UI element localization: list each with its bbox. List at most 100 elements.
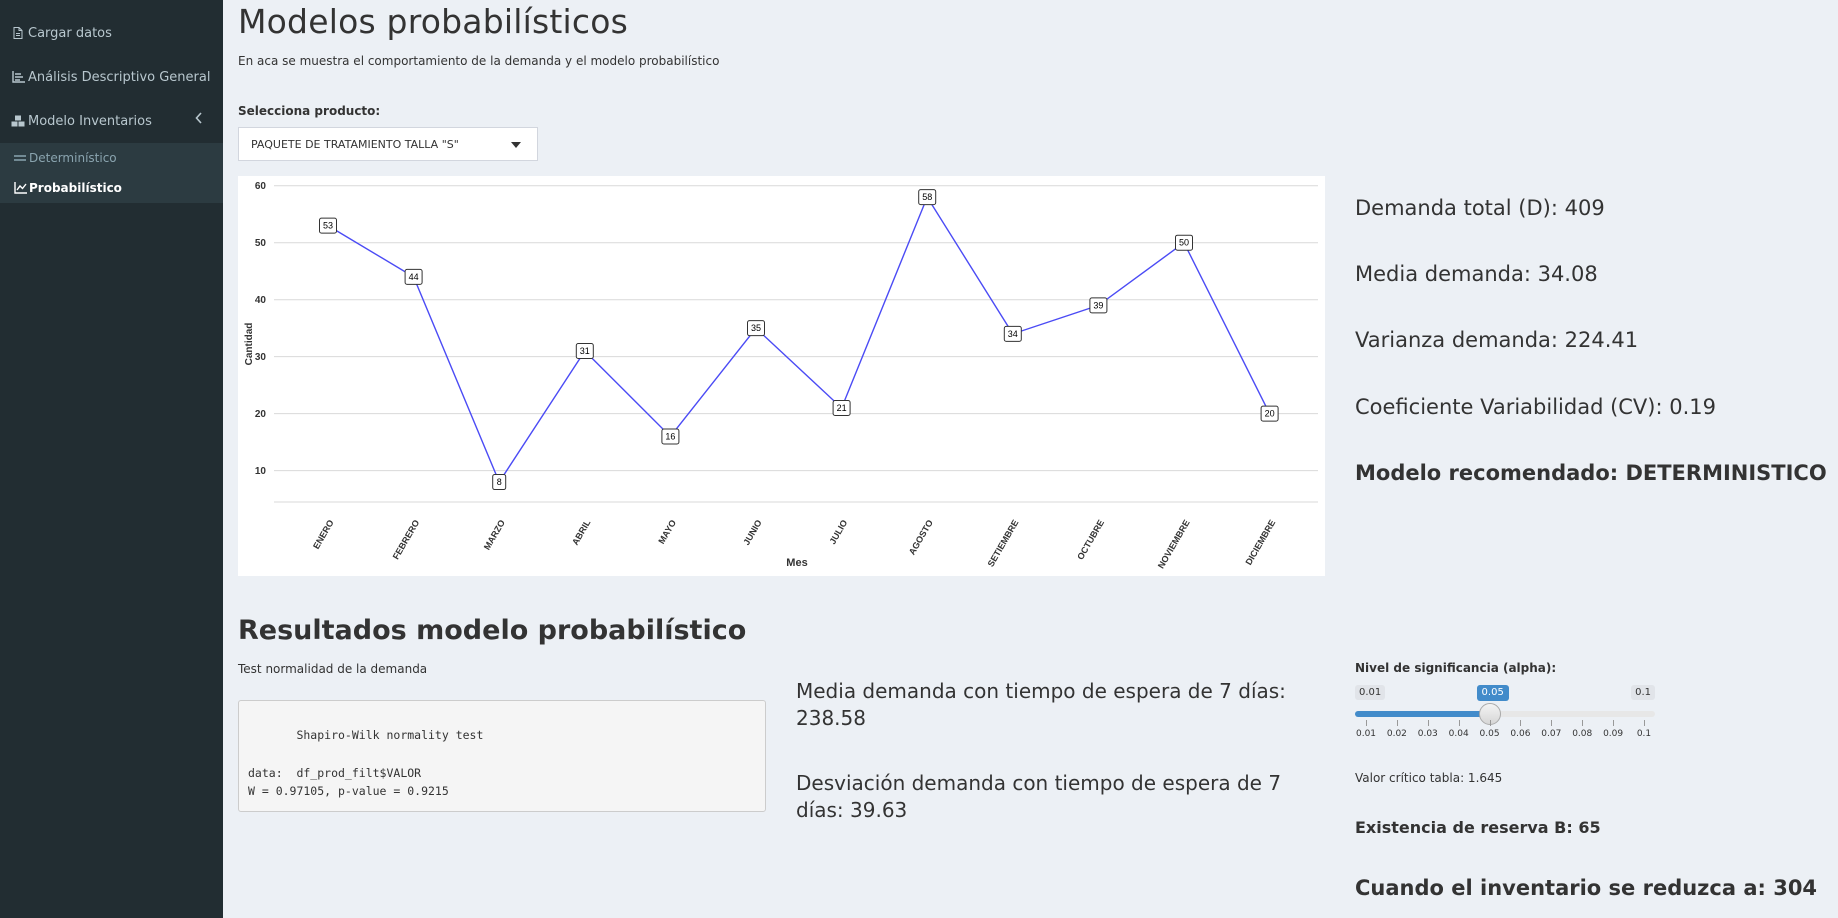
data-label: 58 xyxy=(922,192,932,202)
x-tick-label: SETIEMBRE xyxy=(986,518,1021,568)
slider-tick xyxy=(1582,720,1584,726)
alpha-slider-label: Nivel de significancia (alpha): xyxy=(1355,661,1557,675)
line-chart-icon xyxy=(13,182,27,194)
x-tick-label: AGOSTO xyxy=(907,518,935,557)
x-tick-label: OCTUBRE xyxy=(1075,518,1106,562)
alpha-slider[interactable]: 0.01 0.1 0.05 0.01 0.02 0.03 0.04 0.05 0.06 0.… xyxy=(1355,680,1655,740)
sidebar: Cargar datos Análisis Descriptivo Genera… xyxy=(0,0,223,918)
sidebar-item-label: Probabilístico xyxy=(29,181,122,195)
sidebar-item-label: Determinístico xyxy=(29,151,117,165)
results-subtitle: Test normalidad de la demanda xyxy=(238,662,428,676)
slider-tick xyxy=(1613,720,1615,726)
valor-critico-text: Valor crítico tabla: 1.645 xyxy=(1355,771,1503,785)
slider-tick xyxy=(1520,720,1522,726)
test-output-line: data: df_prod_filt$VALOR xyxy=(248,766,422,780)
x-axis-title: Mes xyxy=(786,557,807,569)
sidebar-item-cargar-datos[interactable]: Cargar datos xyxy=(0,11,223,55)
sidebar-item-label: Análisis Descriptivo General xyxy=(28,69,211,85)
file-icon xyxy=(11,27,25,39)
slider-tick xyxy=(1644,720,1645,726)
sidebar-item-deterministico[interactable]: Determinístico xyxy=(0,143,223,173)
y-tick-label: 30 xyxy=(255,352,267,363)
slider-tick xyxy=(1551,720,1553,726)
page-subtitle: En aca se muestra el comportamiento de l… xyxy=(238,54,720,68)
results-title: Resultados modelo probabilístico xyxy=(238,615,747,646)
slider-tick-label: 0.1 xyxy=(1636,729,1652,739)
slider-tick-label: 0.04 xyxy=(1448,729,1469,739)
stat-demanda-total: Demanda total (D): 409 xyxy=(1355,196,1605,220)
slider-tick-label: 0.03 xyxy=(1417,729,1438,739)
slider-tick-label: 0.05 xyxy=(1479,729,1500,739)
data-label: 35 xyxy=(751,323,761,333)
slider-value-label: 0.05 xyxy=(1476,685,1509,701)
data-label: 50 xyxy=(1179,238,1189,248)
sidebar-item-label: Modelo Inventarios xyxy=(28,113,152,129)
stat-cv: Coeficiente Variabilidad (CV): 0.19 xyxy=(1355,395,1716,419)
y-tick-label: 40 xyxy=(255,295,267,306)
slider-tick-label: 0.08 xyxy=(1572,729,1593,739)
slider-tick xyxy=(1489,720,1491,726)
data-label: 44 xyxy=(409,272,419,282)
caret-down-icon xyxy=(511,142,521,148)
y-axis-title: Cantidad xyxy=(244,323,255,366)
slider-tick-label: 0.01 xyxy=(1355,729,1377,739)
x-tick-label: ENERO xyxy=(311,518,336,551)
page-title: Modelos probabilísticos xyxy=(238,2,628,41)
data-label: 31 xyxy=(580,346,590,356)
y-tick-label: 60 xyxy=(255,181,267,192)
normality-test-output: Shapiro-Wilk normality test data: df_pro… xyxy=(238,700,766,812)
test-output-line: W = 0.97105, p-value = 0.9215 xyxy=(248,784,449,798)
product-select-label: Selecciona producto: xyxy=(238,104,381,118)
slider-tick-label: 0.02 xyxy=(1386,729,1407,739)
slider-tick-label: 0.07 xyxy=(1541,729,1562,739)
x-tick-label: JULIO xyxy=(827,518,849,546)
x-tick-label: MAYO xyxy=(656,518,678,546)
data-label: 53 xyxy=(323,221,333,231)
slider-min-label: 0.01 xyxy=(1355,685,1386,700)
slider-max-label: 0.1 xyxy=(1631,685,1655,700)
data-label: 39 xyxy=(1093,300,1103,310)
media-espera-text: Media demanda con tiempo de espera de 7 … xyxy=(796,679,1286,730)
data-label: 16 xyxy=(665,431,675,441)
slider-tick-label: 0.09 xyxy=(1603,729,1624,739)
sidebar-item-analisis[interactable]: Análisis Descriptivo General xyxy=(0,55,223,99)
y-tick-label: 50 xyxy=(255,238,267,249)
slider-tick xyxy=(1366,720,1367,726)
series-line xyxy=(327,195,1271,484)
slider-tick xyxy=(1396,720,1398,726)
slider-tick xyxy=(1458,720,1460,726)
stat-media: Media demanda: 34.08 xyxy=(1355,262,1598,286)
x-tick-label: JUNIO xyxy=(741,518,763,547)
punto-reorden-text: Cuando el inventario se reduzca a: 304 xyxy=(1355,876,1818,900)
data-label: 8 xyxy=(497,477,502,487)
demand-chart-svg: 10 20 30 40 50 60 53 44 8 31 16 35 21 58 34 39 50 20 ENERO… xyxy=(244,181,1318,570)
x-tick-label: MARZO xyxy=(482,518,507,552)
x-tick-label: NOVIEMBRE xyxy=(1156,518,1192,570)
sidebar-item-probabilistico[interactable]: Probabilístico xyxy=(0,173,223,203)
test-output-line: Shapiro-Wilk normality test xyxy=(248,728,484,742)
data-label: 20 xyxy=(1265,409,1275,419)
desviacion-espera-text: Desviación demanda con tiempo de espera … xyxy=(796,771,1282,822)
slider-tick xyxy=(1427,720,1429,726)
demand-chart: 10 20 30 40 50 60 53 44 8 31 16 35 21 58 34 39 50 20 ENERO… xyxy=(238,176,1325,576)
data-label: 21 xyxy=(837,403,847,413)
x-tick-label: FEBRERO xyxy=(391,518,422,561)
cubes-icon xyxy=(11,115,25,127)
chevron-left-icon xyxy=(195,112,203,128)
sidebar-item-label: Cargar datos xyxy=(28,25,112,41)
product-select[interactable]: PAQUETE DE TRATAMIENTO TALLA "S" xyxy=(238,127,538,161)
stat-varianza: Varianza demanda: 224.41 xyxy=(1355,328,1639,352)
sidebar-submenu: Determinístico Probabilístico xyxy=(0,143,223,203)
sidebar-item-modelo-inventarios[interactable]: Modelo Inventarios xyxy=(0,99,223,143)
y-tick-label: 20 xyxy=(255,409,267,420)
slider-fill xyxy=(1355,711,1490,717)
x-tick-label: DICIEMBRE xyxy=(1243,518,1277,567)
bars-icon xyxy=(13,154,27,162)
product-select-value: PAQUETE DE TRATAMIENTO TALLA "S" xyxy=(251,137,459,151)
data-label: 34 xyxy=(1008,329,1018,339)
x-tick-label: ABRIL xyxy=(570,518,593,547)
slider-tick-label: 0.06 xyxy=(1510,729,1531,739)
chart-bar-icon xyxy=(11,71,25,83)
existencia-reserva-text: Existencia de reserva B: 65 xyxy=(1355,818,1601,837)
y-tick-label: 10 xyxy=(255,466,267,477)
